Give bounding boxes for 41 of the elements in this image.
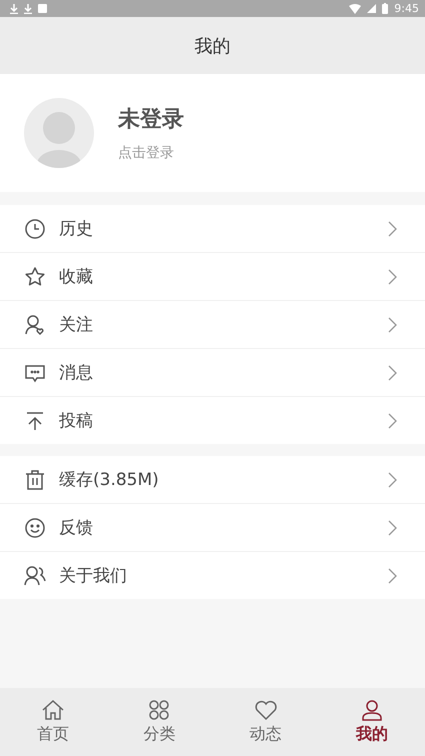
- chevron-right-icon: [388, 520, 397, 536]
- chevron-right-icon: [388, 472, 397, 488]
- person-heart-icon: [24, 314, 46, 336]
- menu-item[interactable]: 投稿: [0, 397, 425, 444]
- user-name[interactable]: 未登录: [118, 104, 184, 134]
- chevron-right-icon: [388, 220, 397, 236]
- download-icon: [10, 4, 18, 14]
- menu-item[interactable]: 历史: [0, 205, 425, 253]
- grid-icon: [147, 699, 172, 721]
- chevron-right-icon: [388, 316, 397, 332]
- chevron-right-icon: [388, 364, 397, 380]
- download-icon: [24, 4, 32, 14]
- tab[interactable]: 首页: [0, 688, 106, 756]
- people-icon: [24, 564, 46, 586]
- menu-item[interactable]: 关于我们: [0, 552, 425, 599]
- star-icon: [24, 266, 46, 288]
- page-title: 我的: [194, 34, 230, 58]
- wifi-icon: [349, 4, 362, 14]
- battery-icon: [382, 3, 388, 14]
- menu-item[interactable]: 缓存(3.85M): [0, 456, 425, 504]
- upload-icon: [24, 410, 46, 432]
- clock-icon: [24, 218, 46, 240]
- person-icon: [360, 699, 384, 721]
- smiley-icon: [24, 516, 46, 538]
- trash-icon: [24, 468, 46, 490]
- menu-item[interactable]: 消息: [0, 349, 425, 397]
- status-time: 9:45: [394, 2, 419, 15]
- tab[interactable]: 分类: [106, 688, 212, 756]
- tab[interactable]: 我的: [318, 688, 425, 756]
- menu-item[interactable]: 关注: [0, 301, 425, 349]
- menu-item[interactable]: 收藏: [0, 253, 425, 301]
- signal-icon: [367, 4, 376, 13]
- chevron-right-icon: [388, 568, 397, 584]
- heart-icon: [254, 699, 278, 721]
- chevron-right-icon: [388, 268, 397, 284]
- menu-item[interactable]: 反馈: [0, 504, 425, 552]
- notification-icon: [38, 4, 47, 13]
- tab[interactable]: 动态: [212, 688, 319, 756]
- chevron-right-icon: [388, 412, 397, 428]
- avatar[interactable]: [24, 98, 94, 168]
- home-icon: [41, 699, 66, 721]
